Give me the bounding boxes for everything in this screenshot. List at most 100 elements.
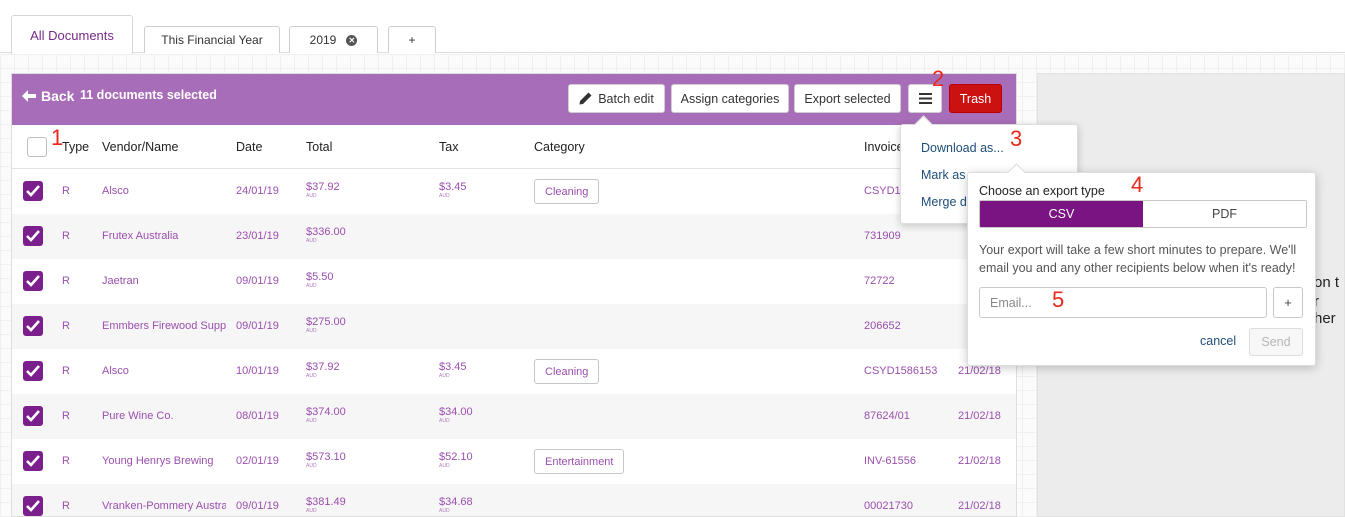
assign-categories-label: Assign categories (680, 91, 780, 106)
cell-invoice: 00021730 (864, 500, 913, 512)
table-row[interactable]: R Young Henrys Brewing 02/01/19 $573.10 A… (12, 439, 1016, 484)
row-checkbox[interactable] (23, 226, 43, 246)
table-row[interactable]: R Alsco 10/01/19 $37.92 AUD $3.45 AUD Clea… (12, 349, 1016, 394)
row-checkbox[interactable] (23, 406, 43, 426)
selection-action-bar: Back 11 documents selected Batch edit As… (12, 74, 1016, 125)
cell-due-date: 21/02/18 (958, 455, 1001, 467)
total-currency: AUD (306, 193, 317, 199)
row-checkbox[interactable] (23, 271, 43, 291)
cell-total: $5.50 AUD (306, 271, 334, 289)
cancel-link[interactable]: cancel (1200, 334, 1236, 348)
document-rows: R Alsco 24/01/19 $37.92 AUD $3.45 AUD Clea… (12, 169, 1016, 516)
tab-label: 2019 (309, 33, 337, 47)
category-tag[interactable]: Entertainment (534, 449, 625, 474)
assign-categories-button[interactable]: Assign categories (671, 84, 789, 113)
column-header-vendor[interactable]: Vendor/Name (102, 140, 178, 154)
tab-all-documents[interactable]: All Documents (11, 15, 133, 54)
cell-vendor: Jaetran (102, 275, 139, 287)
back-button[interactable]: Back (22, 85, 74, 107)
tax-currency: AUD (439, 193, 450, 199)
cell-type: R (62, 275, 70, 287)
table-row[interactable]: R Emmbers Firewood Supplies 09/01/19 $27… (12, 304, 1016, 349)
close-tab-icon[interactable]: ✕ (346, 34, 358, 46)
cell-tax: $52.10 AUD (439, 451, 473, 469)
row-checkbox[interactable] (23, 496, 43, 516)
tax-value: $3.45 (439, 181, 467, 193)
total-currency: AUD (306, 418, 317, 424)
checkmark-icon (26, 320, 40, 332)
cell-date: 09/01/19 (236, 320, 279, 332)
cell-type: R (62, 365, 70, 377)
selected-count: 11 documents selected (80, 88, 217, 102)
category-tag[interactable]: Cleaning (534, 359, 600, 384)
column-header-tax[interactable]: Tax (439, 140, 458, 154)
table-header: Type Vendor/Name Date Total Tax Category… (12, 125, 1016, 169)
checkmark-icon (26, 365, 40, 377)
hamburger-menu-icon (918, 93, 932, 104)
tax-value: $3.45 (439, 361, 467, 373)
cell-vendor: Alsco (102, 365, 129, 377)
cell-total: $37.92 AUD (306, 181, 340, 199)
column-header-total[interactable]: Total (306, 140, 332, 154)
trash-label: Trash (959, 91, 992, 106)
category-tag[interactable]: Cleaning (534, 179, 600, 204)
annotation-marker: 5 (1052, 287, 1065, 312)
table-row[interactable]: R Frutex Australia 23/01/19 $336.00 AUD 7… (12, 214, 1016, 259)
column-header-date[interactable]: Date (236, 140, 262, 154)
column-header-category[interactable]: Category (534, 140, 585, 154)
export-type-csv[interactable]: CSV (980, 201, 1143, 227)
checkmark-icon (26, 500, 40, 512)
cell-vendor: Young Henrys Brewing (102, 455, 214, 467)
row-checkbox[interactable] (23, 316, 43, 336)
row-checkbox[interactable] (23, 451, 43, 471)
cell-total: $374.00 AUD (306, 406, 346, 424)
export-selected-button[interactable]: Export selected (794, 84, 901, 113)
tab-2019[interactable]: 2019 ✕ (289, 26, 378, 53)
back-label: Back (41, 88, 75, 104)
cell-invoice: INV-61556 (864, 455, 916, 467)
tab-this-financial-year[interactable]: This Financial Year (144, 26, 280, 53)
total-value: $374.00 (306, 406, 346, 418)
cell-total: $37.92 AUD (306, 361, 340, 379)
cell-invoice: 87624/01 (864, 410, 910, 422)
table-row[interactable]: R Pure Wine Co. 08/01/19 $374.00 AUD $34.… (12, 394, 1016, 439)
export-type-pdf[interactable]: PDF (1143, 201, 1306, 227)
trash-button[interactable]: Trash (949, 84, 1002, 113)
total-value: $275.00 (306, 316, 346, 328)
email-input[interactable] (979, 287, 1267, 318)
column-header-type[interactable]: Type (62, 140, 89, 154)
select-all-checkbox[interactable] (27, 137, 47, 157)
cell-type: R (62, 410, 70, 422)
tax-value: $34.68 (439, 496, 473, 508)
table-row[interactable]: R Vranken-Pommery Australia 09/01/19 $38… (12, 484, 1016, 516)
total-currency: AUD (306, 238, 317, 244)
cell-vendor: Emmbers Firewood Supplies (102, 320, 226, 332)
checkmark-icon (26, 410, 40, 422)
row-checkbox[interactable] (23, 181, 43, 201)
send-button[interactable]: Send (1249, 328, 1303, 356)
cell-total: $275.00 AUD (306, 316, 346, 334)
checkmark-icon (26, 455, 40, 467)
cell-invoice: 206652 (864, 320, 901, 332)
checkmark-icon (26, 230, 40, 242)
cell-vendor: Alsco (102, 185, 129, 197)
checkmark-icon (26, 185, 40, 197)
column-header-invoice[interactable]: Invoice (864, 140, 904, 154)
tax-currency: AUD (439, 463, 450, 469)
cell-date: 08/01/19 (236, 410, 279, 422)
batch-edit-button[interactable]: Batch edit (568, 84, 665, 113)
cell-type: R (62, 455, 70, 467)
export-selected-label: Export selected (804, 91, 891, 106)
table-row[interactable]: R Alsco 24/01/19 $37.92 AUD $3.45 AUD Clea… (12, 169, 1016, 214)
tab-label: All Documents (30, 27, 114, 43)
total-currency: AUD (306, 463, 317, 469)
annotation-marker: 4 (1131, 172, 1144, 197)
export-type-toggle: CSV PDF (979, 200, 1307, 228)
row-checkbox[interactable] (23, 361, 43, 381)
add-recipient-button[interactable]: + (1273, 287, 1303, 318)
table-row[interactable]: R Jaetran 09/01/19 $5.50 AUD 72722 (12, 259, 1016, 304)
export-title: Choose an export type (979, 184, 1105, 198)
menu-item-download-as[interactable]: Download as... (921, 141, 1004, 155)
tax-value: $34.00 (439, 406, 473, 418)
tab-add[interactable]: + (388, 26, 436, 53)
